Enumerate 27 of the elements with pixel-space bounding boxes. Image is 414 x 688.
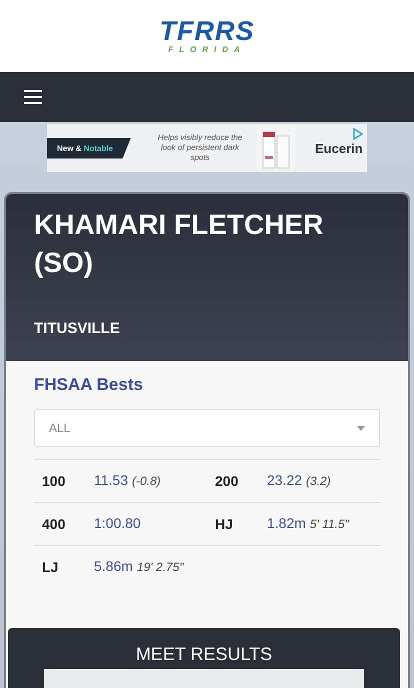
- mark-note: 5' 11.5": [310, 517, 349, 531]
- school-name: TITUSVILLE: [34, 320, 121, 337]
- mark-link[interactable]: 5.86m: [94, 558, 133, 574]
- mark-link[interactable]: 23.22: [267, 472, 302, 488]
- caret-icon: [357, 426, 365, 430]
- ad-choices-icon: [353, 128, 363, 140]
- mark-link[interactable]: 1.82m: [267, 515, 306, 531]
- event-name: HJ: [215, 516, 234, 532]
- ad-banner[interactable]: New & Notable Helps visibly reduce the look of persistent dark spots Eucerin: [47, 124, 367, 172]
- mark-note: 19' 2.75": [136, 560, 184, 574]
- event-filter-select[interactable]: ALL: [34, 409, 380, 447]
- ad-copy: Helps visibly reduce the look of persistent dark spots: [156, 133, 244, 163]
- event-name: 400: [42, 516, 66, 532]
- event-name: LJ: [42, 559, 60, 575]
- event-name: 100: [42, 473, 66, 489]
- mark-link[interactable]: 1:00.80: [94, 515, 141, 531]
- section-title: FHSAA Bests: [34, 375, 144, 395]
- event-name: 200: [215, 473, 240, 489]
- mark-note: (3.2): [306, 474, 331, 488]
- ad-brand: Eucerin: [315, 140, 363, 156]
- logo[interactable]: TFRRS FLORIDA: [160, 18, 254, 54]
- panel-title: MEET RESULTS: [136, 644, 272, 665]
- athlete-name: KHAMARI FLETCHER (SO): [34, 208, 324, 280]
- menu-icon[interactable]: [24, 90, 42, 104]
- mark-note: (-0.8): [132, 474, 161, 488]
- ad-tag: New & Notable: [47, 138, 131, 158]
- mark-link[interactable]: 11.53: [94, 472, 128, 488]
